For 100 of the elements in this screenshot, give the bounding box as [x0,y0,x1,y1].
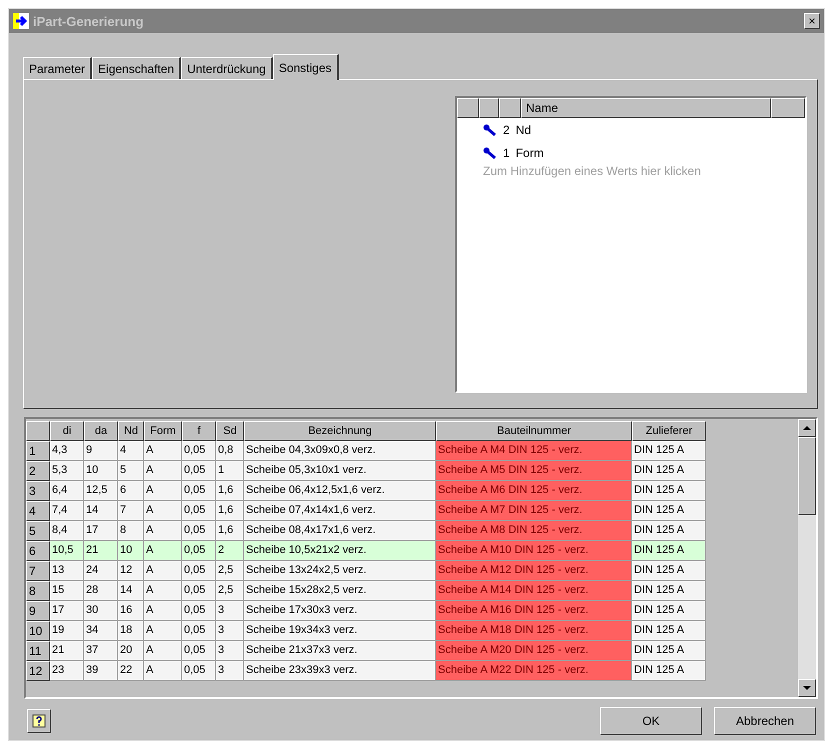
table-cell: 0,05 [182,541,216,561]
table-cell: A [144,521,182,541]
row-header[interactable]: 9 [26,601,50,621]
table-cell: 19 [50,621,84,641]
table-cell: 8,4 [50,521,84,541]
row-header[interactable]: 12 [26,661,50,681]
table-cell: A [144,501,182,521]
key-name[interactable]: Form [516,146,544,160]
row-header[interactable]: 1 [26,441,50,461]
table-cell: Scheibe A M12 DIN 125 - verz. [436,561,632,581]
column-header[interactable]: Name [521,98,771,118]
table-cell: DIN 125 A [632,441,706,461]
row-header[interactable]: 2 [26,461,50,481]
column-header[interactable] [457,98,479,118]
table-cell: 14 [84,501,118,521]
row-header[interactable]: 6 [26,541,50,561]
table-cell: 34 [84,621,118,641]
column-header[interactable]: Zulieferer [632,421,706,441]
dialog-button[interactable]: OK [600,707,702,735]
help-button[interactable] [27,709,51,733]
table-cell: A [144,441,182,461]
table-cell: A [144,461,182,481]
table-cell: A [144,641,182,661]
table-cell: 0,05 [182,521,216,541]
table-cell: Scheibe A M7 DIN 125 - verz. [436,501,632,521]
table-cell: 10 [84,461,118,481]
column-header[interactable]: da [84,421,118,441]
table-cell: 0,05 [182,501,216,521]
table-cell: 15 [50,581,84,601]
key-number: 2 [503,122,510,136]
table-cell: DIN 125 A [632,661,706,681]
row-header[interactable]: 8 [26,581,50,601]
table-cell: 18 [118,621,144,641]
column-header[interactable]: di [50,421,84,441]
column-header[interactable]: Bauteilnummer [436,421,632,441]
table-cell: 0,05 [182,641,216,661]
table-cell: 22 [118,661,144,681]
up-arrow-icon [803,426,811,430]
table-cell: 28 [84,581,118,601]
table-cell: DIN 125 A [632,561,706,581]
table-cell: 0,05 [182,661,216,681]
table-cell: 16 [118,601,144,621]
row-header[interactable]: 5 [26,521,50,541]
table-cell: Scheibe 10,5x21x2 verz. [244,541,436,561]
table-cell: 6,4 [50,481,84,501]
dialog-button[interactable]: Abbrechen [714,707,816,735]
table-cell: 3 [216,601,244,621]
row-header[interactable]: 10 [26,621,50,641]
column-header[interactable] [499,98,521,118]
column-header[interactable]: f [182,421,216,441]
column-header[interactable]: Nd [118,421,144,441]
table-cell: 8 [118,521,144,541]
column-header[interactable]: Bezeichnung [244,421,436,441]
table-cell: A [144,601,182,621]
tab[interactable]: Eigenschaften [92,57,182,79]
table-cell: Scheibe A M22 DIN 125 - verz. [436,661,632,681]
tab[interactable]: Sonstiges [272,54,339,80]
table-cell: 3 [216,621,244,641]
table-cell: 2,5 [216,561,244,581]
corner-header[interactable] [26,421,50,441]
table-cell: 21 [50,641,84,661]
table-cell: Scheibe A M20 DIN 125 - verz. [436,641,632,661]
table-cell: Scheibe 19x34x3 verz. [244,621,436,641]
row-header[interactable]: 3 [26,481,50,501]
table-cell: Scheibe A M10 DIN 125 - verz. [436,541,632,561]
table-cell: 1,6 [216,481,244,501]
table-cell: 2,5 [216,581,244,601]
table-cell: DIN 125 A [632,501,706,521]
table-cell: Scheibe A M6 DIN 125 - verz. [436,481,632,501]
key-name[interactable]: Nd [516,122,532,136]
table-cell: DIN 125 A [632,641,706,661]
table-cell: Scheibe A M18 DIN 125 - verz. [436,621,632,641]
table-cell: DIN 125 A [632,481,706,501]
row-header[interactable]: 7 [26,561,50,581]
table-cell: Scheibe 07,4x14x1,6 verz. [244,501,436,521]
table-cell: 12 [118,561,144,581]
table-cell: 20 [118,641,144,661]
row-header[interactable]: 4 [26,501,50,521]
table-cell: 6 [118,481,144,501]
help-icon [32,714,46,728]
scrollbar[interactable] [798,419,816,697]
column-header[interactable] [479,98,499,118]
column-header[interactable]: Form [144,421,182,441]
table-cell: 7 [118,501,144,521]
column-header[interactable]: Sd [216,421,244,441]
table-cell: DIN 125 A [632,601,706,621]
table-cell: A [144,621,182,641]
table-cell: Scheibe A M4 DIN 125 - verz. [436,441,632,461]
table-cell: Scheibe A M16 DIN 125 - verz. [436,601,632,621]
tab[interactable]: Parameter [23,57,92,79]
column-header[interactable] [771,98,805,118]
table-cell: 37 [84,641,118,661]
table-cell: 3 [216,641,244,661]
close-button[interactable]: × [804,13,820,29]
tab[interactable]: Unterdrückung [181,57,273,79]
row-header[interactable]: 11 [26,641,50,661]
table-cell: Scheibe 15x28x2,5 verz. [244,581,436,601]
table-cell: 5 [118,461,144,481]
key-number: 1 [503,146,510,160]
table-cell: 10 [118,541,144,561]
